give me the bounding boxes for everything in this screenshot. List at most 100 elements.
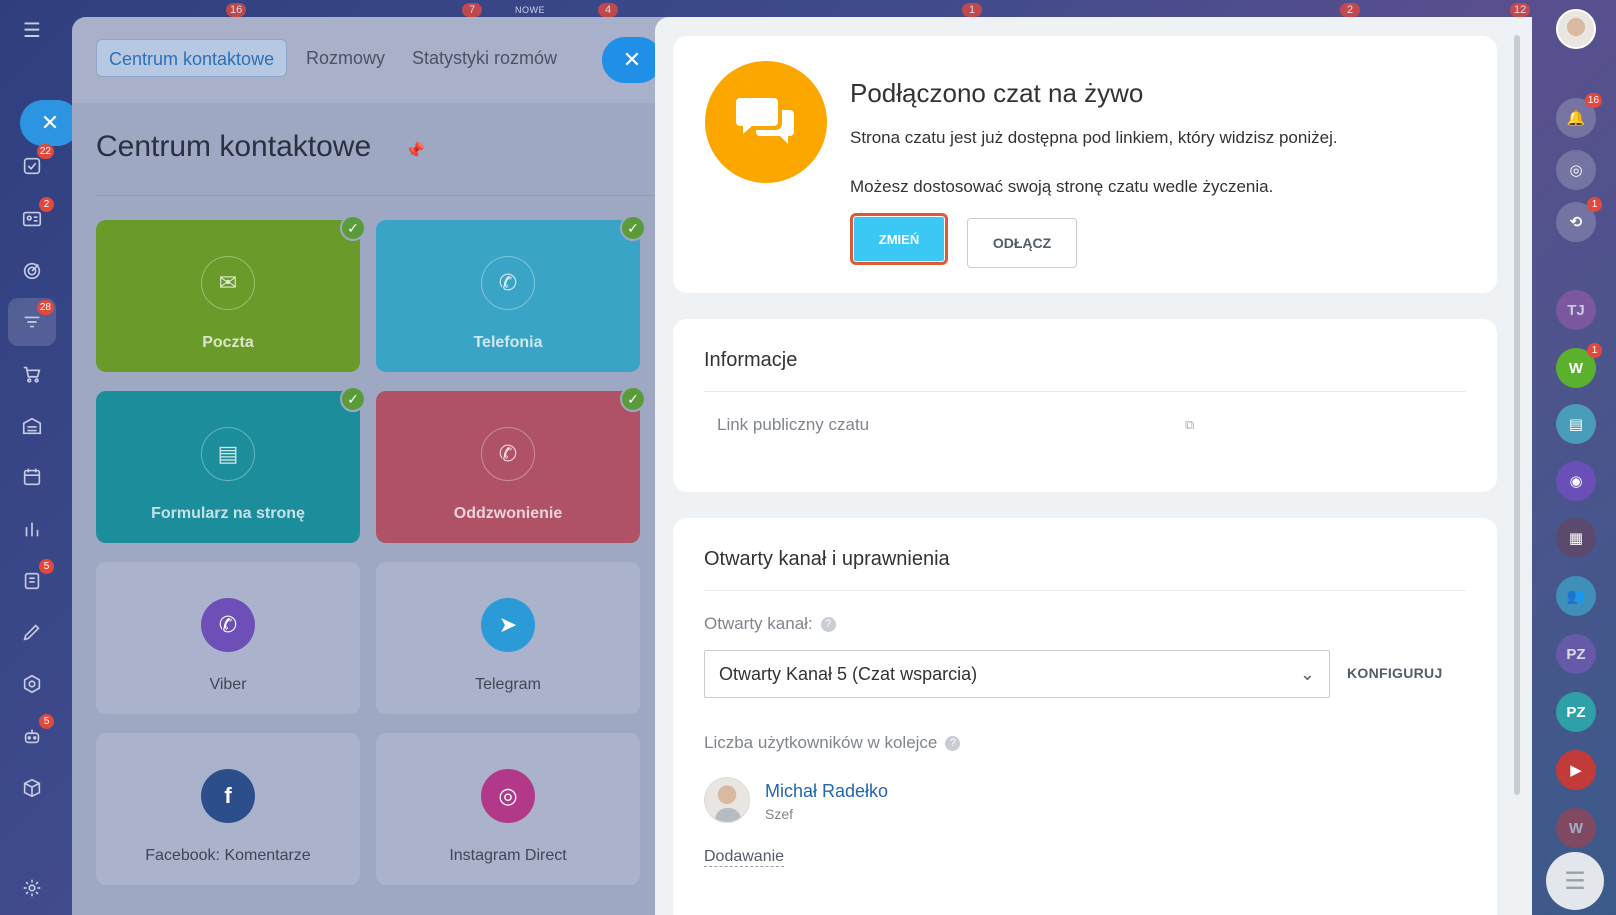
bell-icon[interactable]: 🔔 16 (1556, 93, 1602, 138)
tile-label: Oddzwonienie (453, 505, 563, 522)
tile-instagram-direct[interactable]: ◎ Instagram Direct (376, 733, 640, 885)
change-button[interactable]: ZMIEŃ (850, 213, 948, 265)
tile-viber[interactable]: ✆ Viber (96, 562, 360, 714)
public-link-label: Link publiczny czatu (717, 415, 870, 434)
messenger-menu-icon[interactable]: ☰ (1546, 852, 1604, 910)
close-slider-icon[interactable]: ✕ (20, 100, 80, 146)
tasks-icon[interactable]: 22 (16, 144, 54, 182)
chat-search-icon[interactable]: ⟲ 1 (1556, 197, 1602, 242)
warehouse-icon[interactable] (16, 410, 48, 442)
instagram-icon: ◎ (481, 769, 535, 823)
divider (96, 195, 656, 196)
contact-badge: 1 (1587, 343, 1602, 358)
facebook-icon: f (201, 769, 255, 823)
tile-label: Viber (209, 676, 247, 693)
viber-icon: ✆ (201, 598, 255, 652)
configure-button[interactable]: KONFIGURUJ (1347, 665, 1443, 681)
contact-center-panel: Centrum kontaktowe Rozmowy Statystyki ro… (72, 17, 692, 915)
tab-conversations[interactable]: Rozmowy (294, 39, 397, 77)
contact-center-icon[interactable]: 28 (16, 300, 54, 338)
info-card: Informacje Link publiczny czatu ⧉ (673, 319, 1497, 492)
tab-contact-center[interactable]: Centrum kontaktowe (96, 39, 288, 77)
help-icon[interactable]: ? (945, 736, 961, 752)
contacts-badge: 2 (39, 197, 54, 212)
contact-avatar-photo[interactable]: ▦ (1556, 518, 1596, 558)
contact-avatar-w-2[interactable]: W (1556, 808, 1596, 848)
pin-icon[interactable]: 📌 (405, 141, 425, 161)
top-strip: 16 7 NOWE 4 1 2 12 (0, 0, 1616, 18)
selected-channel-value: Otwarty Kanał 5 (Czat wsparcia) (719, 664, 978, 684)
scrollbar[interactable] (1514, 35, 1520, 795)
open-channel-select[interactable]: Otwarty Kanał 5 (Czat wsparcia) ⌄ (704, 650, 1330, 698)
contact-avatar-w[interactable]: W 1 (1556, 343, 1602, 388)
top-badge: 12 (1510, 3, 1531, 17)
check-icon: ✓ (340, 215, 366, 241)
disconnect-button[interactable]: ODŁĄCZ (967, 218, 1077, 268)
tile-label: Telegram (475, 676, 541, 693)
tab-conversation-stats[interactable]: Statystyki rozmów (400, 39, 569, 77)
tile-facebook-comments[interactable]: f Facebook: Komentarze (96, 733, 360, 885)
settings-gear-icon[interactable] (16, 872, 48, 904)
channel-title: Otwarty kanał i uprawnienia (704, 548, 950, 570)
check-icon: ✓ (620, 386, 646, 412)
check-icon: ✓ (340, 386, 366, 412)
chevron-down-icon: ⌄ (1299, 664, 1315, 684)
help-icon[interactable]: ? (820, 617, 836, 633)
goals-icon[interactable]: ◎ (1556, 150, 1596, 190)
group-chat-icon[interactable]: ▤ (1556, 404, 1596, 444)
hamburger-menu-icon[interactable]: ☰ (16, 14, 48, 46)
open-channel-label: Otwarty kanał:? (704, 614, 836, 634)
tile-telegram[interactable]: ➤ Telegram (376, 562, 640, 714)
tabs-bar: Centrum kontaktowe Rozmowy Statystyki ro… (72, 17, 692, 103)
tile-label: Facebook: Komentarze (145, 847, 311, 864)
form-icon: ▤ (201, 427, 255, 481)
video-call-icon[interactable]: ▶ (1556, 750, 1596, 790)
analytics-icon[interactable] (16, 513, 48, 545)
cart-icon[interactable] (16, 358, 48, 390)
info-title: Informacje (704, 349, 798, 371)
tile-poczta[interactable]: ✉ Poczta ✓ (96, 215, 366, 372)
top-badge: 2 (1340, 3, 1360, 17)
calendar-icon[interactable] (16, 461, 48, 493)
tile-label: Formularz na stronę (151, 505, 305, 522)
documents-badge: 5 (39, 559, 54, 574)
box-icon[interactable] (16, 772, 48, 804)
contact-avatar-tj[interactable]: TJ (1556, 290, 1596, 330)
contact-center-badge: 28 (36, 300, 54, 315)
sign-icon[interactable] (16, 616, 48, 648)
robot-icon[interactable]: 5 (16, 714, 54, 752)
contact-initials: W (1568, 359, 1584, 377)
top-badge: 7 (462, 3, 482, 17)
tile-telefonia[interactable]: ✆ Telefonia ✓ (376, 215, 646, 372)
tile-formularz[interactable]: ▤ Formularz na stronę ✓ (96, 386, 366, 543)
group-avatar-icon[interactable]: 👥 (1556, 576, 1596, 616)
add-user-link[interactable]: Dodawanie (704, 848, 785, 867)
page-title: Centrum kontaktowe (96, 130, 372, 163)
connected-customize-hint: Możesz dostosować swoją stronę czatu wed… (850, 177, 1274, 196)
open-channel-label-text: Otwarty kanał: (704, 614, 813, 633)
tile-oddzwonienie[interactable]: ✆ Oddzwonienie ✓ (376, 386, 646, 543)
right-rail: 🔔 16 ◎ ⟲ 1 TJ W 1 ▤ ◉ ▦ 👥 PZ PZ ▶ W ☰ (1532, 0, 1616, 915)
tile-label: Poczta (202, 334, 254, 351)
tasks-badge: 22 (36, 144, 54, 159)
tile-label: Instagram Direct (449, 847, 567, 864)
contact-avatar-pz[interactable]: PZ (1556, 634, 1596, 674)
check-icon: ✓ (620, 215, 646, 241)
contact-avatar-pz-2[interactable]: PZ (1556, 692, 1596, 732)
target-icon[interactable] (16, 255, 48, 287)
chat-bubbles-icon (705, 61, 827, 183)
chat-badge: 1 (1587, 197, 1602, 212)
contacts-icon[interactable]: 2 (16, 197, 54, 235)
hexagon-icon[interactable] (16, 668, 48, 700)
callback-icon: ✆ (481, 427, 535, 481)
user-avatar[interactable] (1556, 9, 1596, 49)
queue-user-name[interactable]: Michał Radełko (765, 781, 888, 802)
divider (704, 590, 1466, 591)
external-link-icon[interactable]: ⧉ (1185, 417, 1194, 433)
queue-label-text: Liczba użytkowników w kolejce (704, 733, 938, 752)
top-new-label: NOWE (515, 5, 545, 15)
documents-icon[interactable]: 5 (16, 559, 54, 597)
copilot-icon[interactable]: ◉ (1556, 461, 1596, 501)
close-slider-button[interactable]: ✕ (602, 37, 662, 83)
connected-title: Podłączono czat na żywo (850, 78, 1144, 108)
